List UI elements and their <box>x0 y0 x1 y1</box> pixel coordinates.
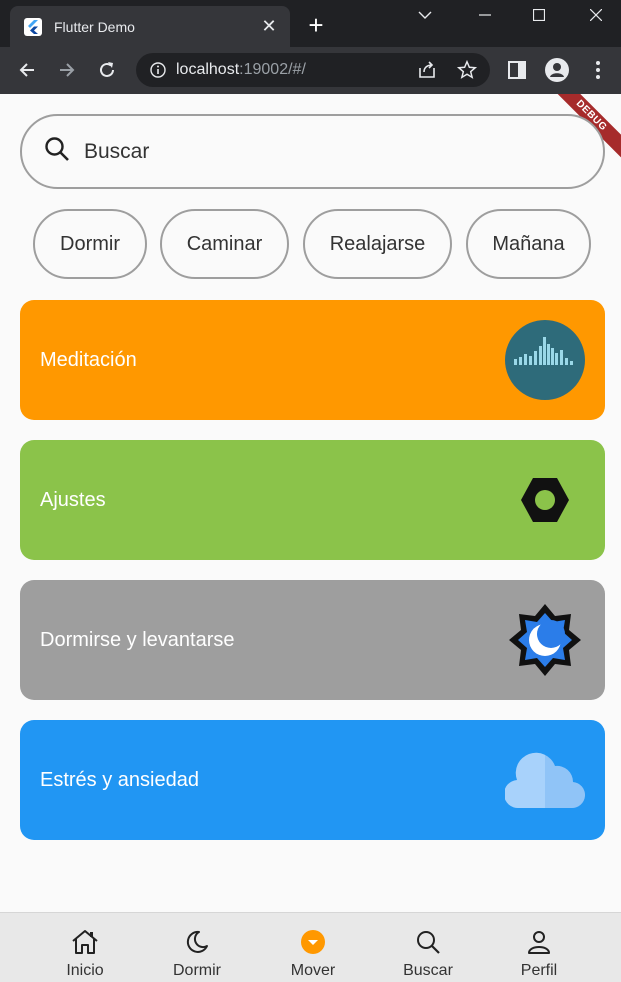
new-tab-button[interactable]: + <box>304 12 328 38</box>
card-label: Dormirse y levantarse <box>40 628 235 651</box>
url-text: localhost:19002/#/ <box>176 61 306 78</box>
maximize-button[interactable] <box>514 0 564 30</box>
moon-icon <box>184 929 210 960</box>
nav-perfil[interactable]: Perfil <box>499 929 579 980</box>
side-panel-icon[interactable] <box>505 58 529 82</box>
nav-label: Buscar <box>403 962 453 979</box>
bookmark-star-icon[interactable] <box>456 59 478 86</box>
app-viewport: DEBUG Dormir Caminar Realajarse Mañana M… <box>0 94 621 982</box>
card-ajustes[interactable]: Ajustes <box>20 440 605 560</box>
person-icon <box>526 929 552 960</box>
search-icon <box>44 136 70 167</box>
nav-dormir[interactable]: Dormir <box>157 929 237 980</box>
back-button[interactable] <box>14 57 40 83</box>
menu-dots-icon[interactable] <box>586 58 610 82</box>
profile-avatar-icon[interactable] <box>545 58 569 82</box>
nav-buscar[interactable]: Buscar <box>388 929 468 980</box>
search-input[interactable] <box>84 139 524 164</box>
tab-title: Flutter Demo <box>54 18 135 35</box>
forward-button[interactable] <box>54 57 80 83</box>
nav-inicio[interactable]: Inicio <box>45 929 125 980</box>
address-bar[interactable]: localhost:19002/#/ <box>136 53 490 87</box>
chip-dormir[interactable]: Dormir <box>33 209 147 279</box>
browser-tab[interactable]: Flutter Demo ✕ <box>10 6 290 47</box>
site-info-icon[interactable] <box>150 62 166 78</box>
chip-caminar[interactable]: Caminar <box>160 209 289 279</box>
share-icon[interactable] <box>416 59 438 86</box>
nav-label: Inicio <box>66 962 104 979</box>
move-dot-icon <box>300 929 326 960</box>
moon-badge-icon <box>505 600 585 680</box>
card-dormirse[interactable]: Dormirse y levantarse <box>20 580 605 700</box>
flutter-logo-icon <box>24 17 42 36</box>
home-icon <box>70 929 100 960</box>
chip-manana[interactable]: Mañana <box>466 209 591 279</box>
meditation-wave-icon <box>505 320 585 400</box>
browser-titlebar: Flutter Demo ✕ + <box>0 0 621 47</box>
nav-label: Mover <box>290 962 336 979</box>
reload-button[interactable] <box>94 57 120 83</box>
tab-search-icon[interactable] <box>400 0 450 30</box>
hex-nut-icon <box>505 460 585 540</box>
bottom-navigation: Inicio Dormir Mover Buscar Perfil <box>0 912 621 982</box>
close-window-button[interactable] <box>571 0 621 30</box>
search-icon <box>415 929 441 960</box>
card-meditacion[interactable]: Meditación <box>20 300 605 420</box>
nav-label: Dormir <box>173 962 221 979</box>
minimize-button[interactable] <box>460 0 510 30</box>
tab-close-icon[interactable]: ✕ <box>256 16 282 37</box>
card-label: Estrés y ansiedad <box>40 768 199 791</box>
nav-label: Perfil <box>520 962 558 979</box>
card-label: Meditación <box>40 348 137 371</box>
card-label: Ajustes <box>40 488 106 511</box>
card-estres[interactable]: Estrés y ansiedad <box>20 720 605 840</box>
chip-realajarse[interactable]: Realajarse <box>303 209 452 279</box>
search-bar[interactable] <box>20 114 605 189</box>
browser-toolbar: localhost:19002/#/ <box>0 47 621 94</box>
nav-mover[interactable]: Mover <box>273 929 353 980</box>
cloud-icon <box>505 740 585 820</box>
